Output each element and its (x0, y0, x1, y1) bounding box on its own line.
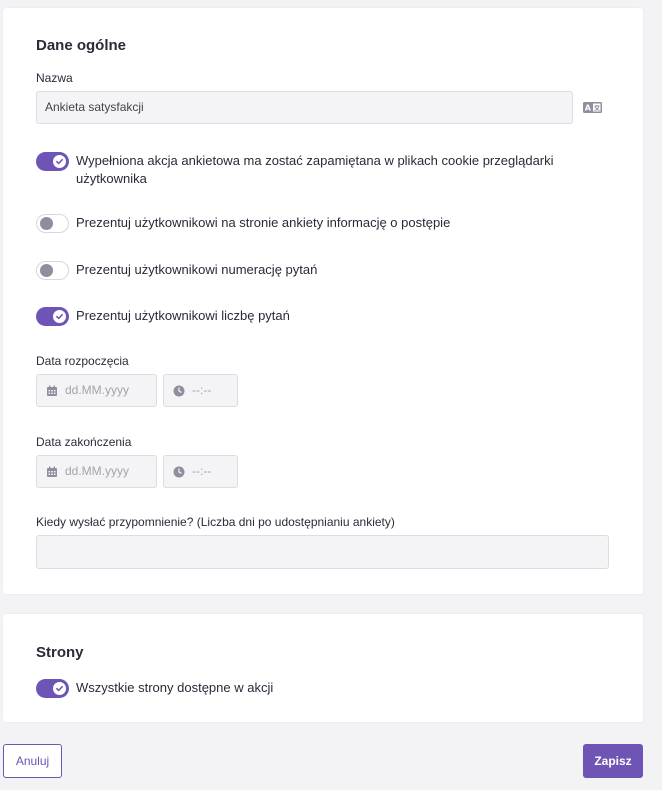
check-icon (56, 313, 63, 320)
toggle-label: Prezentuj użytkownikowi liczbę pytań (76, 308, 290, 323)
question-count-toggle[interactable] (36, 307, 69, 326)
start-time-input[interactable]: --:-- (163, 374, 238, 407)
all-pages-toggle[interactable] (36, 679, 69, 698)
toggle-knob (53, 310, 66, 323)
start-date-input[interactable]: dd.MM.yyyy (36, 374, 157, 407)
start-time-placeholder: --:-- (192, 383, 212, 397)
toggle-label: Wypełniona akcja ankietowa ma zostać zap… (76, 153, 554, 186)
pages-card: Strony Wszystkie strony dostępne w akcji (3, 614, 643, 722)
save-button[interactable]: Zapisz (583, 744, 643, 778)
general-data-card: Dane ogólne Nazwa Ankieta satysfakcji A … (3, 8, 643, 594)
progress-toggle[interactable] (36, 214, 69, 233)
toggle-knob (53, 682, 66, 695)
general-section-title: Dane ogólne (36, 37, 127, 54)
toggle-row-all-pages[interactable]: Wszystkie strony dostępne w akcji (36, 679, 576, 698)
toggle-knob (40, 217, 53, 230)
end-date-label: Data zakończenia (36, 435, 132, 449)
name-label: Nazwa (36, 71, 73, 85)
toggle-row-count[interactable]: Prezentuj użytkownikowi liczbę pytań (36, 307, 576, 326)
start-date-placeholder: dd.MM.yyyy (65, 383, 130, 397)
translate-icon[interactable]: A (583, 102, 602, 113)
toggle-label: Wszystkie strony dostępne w akcji (76, 680, 274, 695)
calendar-icon (47, 466, 57, 477)
clock-icon (173, 466, 185, 478)
end-date-placeholder: dd.MM.yyyy (65, 464, 130, 478)
reminder-label: Kiedy wysłać przypomnienie? (Liczba dni … (36, 515, 395, 529)
toggle-knob (53, 155, 66, 168)
check-icon (56, 685, 63, 692)
cookie-toggle[interactable] (36, 152, 69, 171)
calendar-icon (47, 385, 57, 396)
toggle-knob (40, 264, 53, 277)
clock-icon (173, 385, 185, 397)
numbering-toggle[interactable] (36, 261, 69, 280)
end-time-input[interactable]: --:-- (163, 455, 238, 488)
end-date-input[interactable]: dd.MM.yyyy (36, 455, 157, 488)
name-input[interactable]: Ankieta satysfakcji (36, 91, 573, 124)
pages-section-title: Strony (36, 644, 84, 661)
svg-text:A: A (585, 104, 592, 113)
toggle-row-cookie[interactable]: Wypełniona akcja ankietowa ma zostać zap… (36, 152, 576, 188)
start-date-label: Data rozpoczęcia (36, 354, 129, 368)
cancel-button[interactable]: Anuluj (3, 744, 62, 778)
reminder-days-input[interactable] (36, 535, 609, 569)
toggle-row-numbering[interactable]: Prezentuj użytkownikowi numerację pytań (36, 261, 576, 280)
check-icon (56, 158, 63, 165)
end-time-placeholder: --:-- (192, 464, 212, 478)
toggle-label: Prezentuj użytkownikowi numerację pytań (76, 262, 318, 277)
toggle-label: Prezentuj użytkownikowi na stronie ankie… (76, 215, 451, 230)
toggle-row-progress[interactable]: Prezentuj użytkownikowi na stronie ankie… (36, 214, 576, 233)
